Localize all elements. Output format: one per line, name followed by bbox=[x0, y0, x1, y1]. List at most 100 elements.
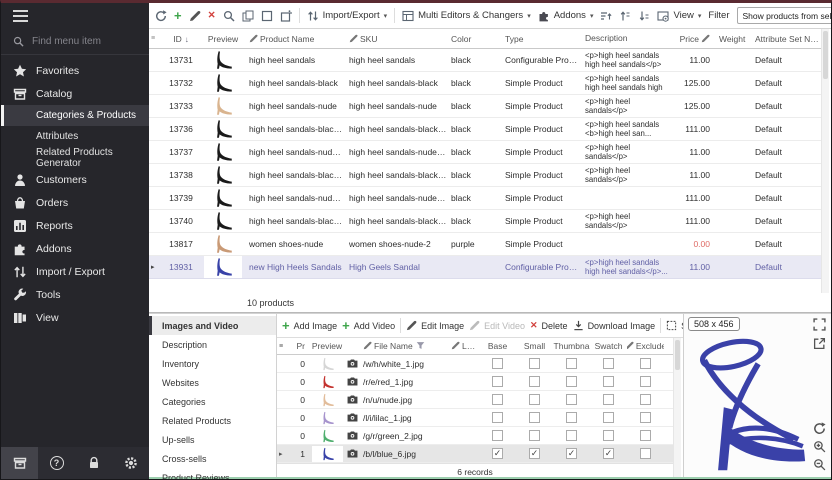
swatch-checkbox[interactable] bbox=[603, 376, 614, 387]
products-grid-header[interactable]: ≡ ID↓ Preview Product Name SKU Color Typ… bbox=[149, 29, 821, 49]
tab-up-sells[interactable]: Up-sells bbox=[149, 430, 276, 449]
sidebar-item-catalog[interactable]: Catalog bbox=[1, 82, 149, 105]
rotate-icon[interactable] bbox=[813, 422, 826, 435]
import-export-menu[interactable]: Import/Export ▾ bbox=[307, 10, 388, 22]
table-row[interactable]: 13740 high heel sandals-black-38 high he… bbox=[149, 210, 821, 233]
lock-button[interactable] bbox=[75, 447, 112, 479]
refresh-button[interactable] bbox=[155, 10, 167, 22]
delete-image-button[interactable]: ✕Delete bbox=[530, 320, 568, 331]
add-video-button[interactable]: +Add Video bbox=[342, 320, 395, 332]
duplicate-button[interactable] bbox=[280, 10, 292, 22]
vertical-scrollbar[interactable] bbox=[673, 338, 681, 477]
tab-inventory[interactable]: Inventory bbox=[149, 354, 276, 373]
column-header-price[interactable]: Price bbox=[669, 34, 715, 44]
swatch-checkbox[interactable]: ✓ bbox=[603, 448, 614, 459]
edit-image-button[interactable]: Edit Image bbox=[406, 320, 464, 331]
scrollbar-thumb[interactable] bbox=[823, 31, 828, 79]
tab-related-products[interactable]: Related Products bbox=[149, 411, 276, 430]
table-row[interactable]: 13738 high heel sandals-black-37 high he… bbox=[149, 164, 821, 187]
edit-video-button[interactable]: Edit Video bbox=[469, 320, 525, 331]
thumbnail-checkbox[interactable] bbox=[566, 358, 577, 369]
multi-editors-menu[interactable]: Multi Editors & Changers ▾ bbox=[402, 10, 531, 22]
sidebar-item-view[interactable]: View bbox=[1, 306, 149, 329]
swatch-checkbox[interactable] bbox=[603, 412, 614, 423]
select-button[interactable] bbox=[261, 10, 273, 22]
sidebar-item-reports[interactable]: Reports bbox=[1, 214, 149, 237]
column-header-color[interactable]: Color bbox=[447, 34, 501, 44]
thumbnail-checkbox[interactable] bbox=[566, 376, 577, 387]
copy-button[interactable] bbox=[242, 10, 254, 22]
tab-categories[interactable]: Categories bbox=[149, 392, 276, 411]
exclude-checkbox[interactable] bbox=[640, 412, 651, 423]
sidebar-item-import-export[interactable]: Import / Export bbox=[1, 260, 149, 283]
table-row[interactable]: 13737 high heel sandals-nude-36 high hee… bbox=[149, 141, 821, 164]
small-checkbox[interactable] bbox=[529, 430, 540, 441]
base-checkbox[interactable] bbox=[492, 394, 503, 405]
small-checkbox[interactable] bbox=[529, 358, 540, 369]
zoom-out-icon[interactable] bbox=[813, 458, 826, 471]
sort-alpha-button[interactable] bbox=[600, 10, 612, 22]
sidebar-subitem-categories-products[interactable]: Categories & Products bbox=[1, 105, 149, 126]
thumbnail-checkbox[interactable] bbox=[566, 430, 577, 441]
swatch-checkbox[interactable] bbox=[603, 430, 614, 441]
addons-menu[interactable]: Addons ▾ bbox=[538, 10, 594, 22]
sidebar-subitem-related-products-generator[interactable]: Related Products Generator bbox=[1, 147, 149, 168]
table-row[interactable]: 13733 high heel sandals-nude high heel s… bbox=[149, 95, 821, 118]
small-checkbox[interactable]: ✓ bbox=[529, 448, 540, 459]
move-up-button[interactable] bbox=[619, 10, 631, 22]
table-row[interactable]: 13731 high heel sandals high heel sandal… bbox=[149, 49, 821, 72]
table-row[interactable]: 13736 high heel sandals-black-36 high he… bbox=[149, 118, 821, 141]
help-button[interactable]: ? bbox=[38, 447, 75, 479]
small-checkbox[interactable] bbox=[529, 376, 540, 387]
thumbnail-checkbox[interactable]: ✓ bbox=[566, 448, 577, 459]
sidebar-search[interactable] bbox=[1, 29, 149, 55]
tab-product-reviews[interactable]: Product Reviews bbox=[149, 468, 276, 480]
exclude-checkbox[interactable] bbox=[640, 448, 651, 459]
tab-cross-sells[interactable]: Cross-sells bbox=[149, 449, 276, 468]
add-product-button[interactable]: + bbox=[174, 10, 182, 22]
sidebar-subitem-attributes[interactable]: Attributes bbox=[1, 126, 149, 147]
sidebar-item-customers[interactable]: Customers bbox=[1, 168, 149, 191]
base-checkbox[interactable] bbox=[492, 412, 503, 423]
small-checkbox[interactable] bbox=[529, 394, 540, 405]
image-size-field[interactable]: 508 x 456 bbox=[688, 317, 740, 331]
table-row[interactable]: 13739 high heel sandals-nude-37 high hee… bbox=[149, 187, 821, 210]
column-header-attribute-set[interactable]: Attribute Set Name bbox=[747, 34, 821, 44]
base-checkbox[interactable] bbox=[492, 430, 503, 441]
move-down-button[interactable] bbox=[638, 10, 650, 22]
edit-product-button[interactable] bbox=[189, 10, 201, 22]
small-checkbox[interactable] bbox=[529, 412, 540, 423]
scrollbar-thumb[interactable] bbox=[675, 340, 680, 370]
column-header-description[interactable]: Description bbox=[581, 34, 669, 43]
base-checkbox[interactable]: ✓ bbox=[492, 448, 503, 459]
swatch-checkbox[interactable] bbox=[603, 358, 614, 369]
table-row[interactable]: 13817 women shoes-nude women shoes-nude-… bbox=[149, 233, 821, 256]
base-checkbox[interactable] bbox=[492, 376, 503, 387]
image-row[interactable]: 0 /g/r/green_2.jpg bbox=[277, 427, 673, 445]
exclude-checkbox[interactable] bbox=[640, 358, 651, 369]
zoom-in-icon[interactable] bbox=[813, 440, 826, 453]
vertical-scrollbar[interactable] bbox=[821, 29, 829, 293]
sidebar-item-addons[interactable]: Addons bbox=[1, 237, 149, 260]
tab-websites[interactable]: Websites bbox=[149, 373, 276, 392]
store-manager-button[interactable] bbox=[1, 447, 38, 479]
sidebar-item-orders[interactable]: Orders bbox=[1, 191, 149, 214]
image-row[interactable]: 0 /w/h/white_1.jpg bbox=[277, 355, 673, 373]
base-checkbox[interactable] bbox=[492, 358, 503, 369]
table-row[interactable]: 13732 high heel sandals-black high heel … bbox=[149, 72, 821, 95]
add-image-button[interactable]: +Add Image bbox=[282, 320, 337, 332]
exclude-checkbox[interactable] bbox=[640, 430, 651, 441]
image-row-selected[interactable]: ▸ 1 /b/l/blue_6.jpg ✓ ✓ ✓ ✓ bbox=[277, 445, 673, 463]
sidebar-item-favorites[interactable]: Favorites bbox=[1, 59, 149, 82]
search-button[interactable] bbox=[223, 10, 235, 22]
column-header-weight[interactable]: Weight bbox=[715, 34, 747, 44]
exclude-checkbox[interactable] bbox=[640, 394, 651, 405]
column-header-id[interactable]: ID↓ bbox=[161, 34, 201, 44]
image-row[interactable]: 0 /n/u/nude.jpg bbox=[277, 391, 673, 409]
tab-images-and-video[interactable]: Images and Video bbox=[149, 316, 276, 335]
hamburger-menu-button[interactable] bbox=[1, 3, 149, 29]
delete-product-button[interactable]: ✕ bbox=[208, 10, 216, 21]
menu-search-input[interactable] bbox=[32, 36, 132, 47]
open-external-icon[interactable] bbox=[813, 337, 826, 350]
filter-select[interactable]: Show products from selected categories ▾ bbox=[737, 7, 832, 24]
